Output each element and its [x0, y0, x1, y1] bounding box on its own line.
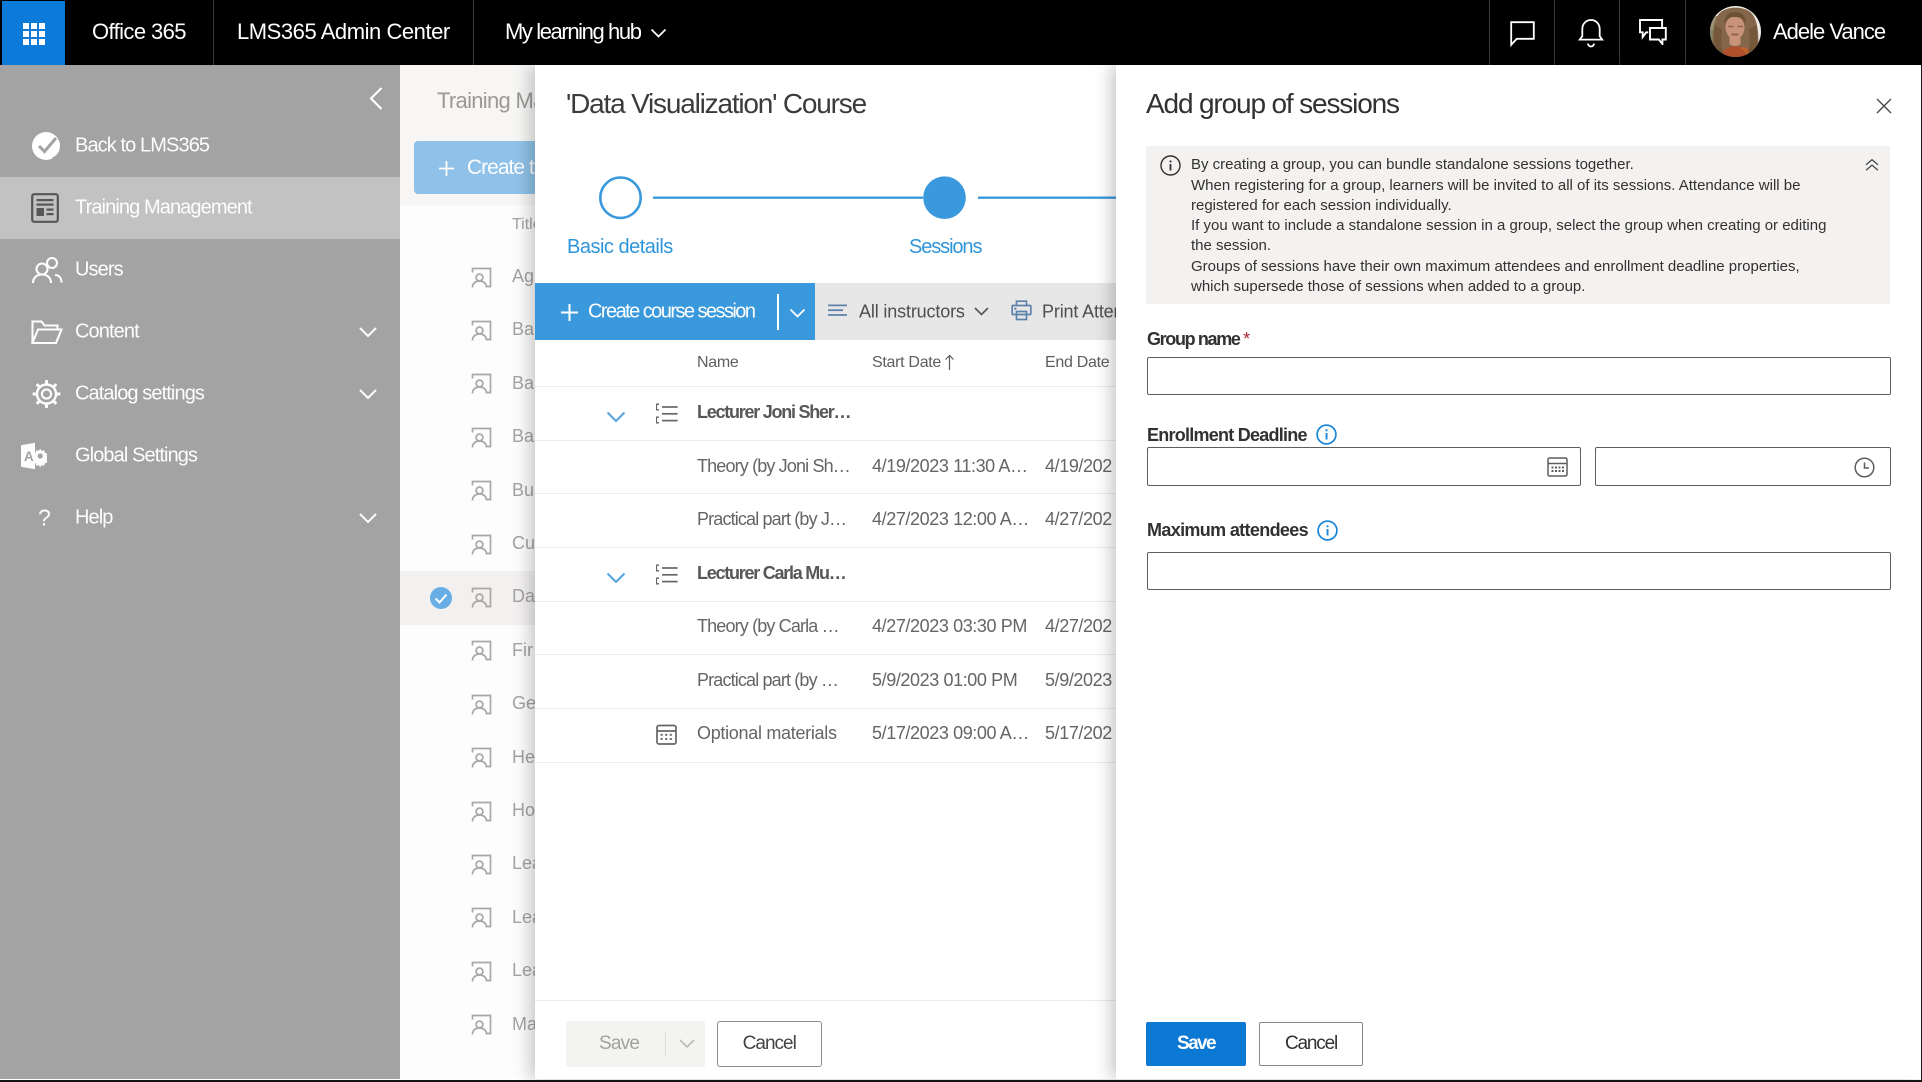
- svg-text:A: A: [24, 449, 34, 464]
